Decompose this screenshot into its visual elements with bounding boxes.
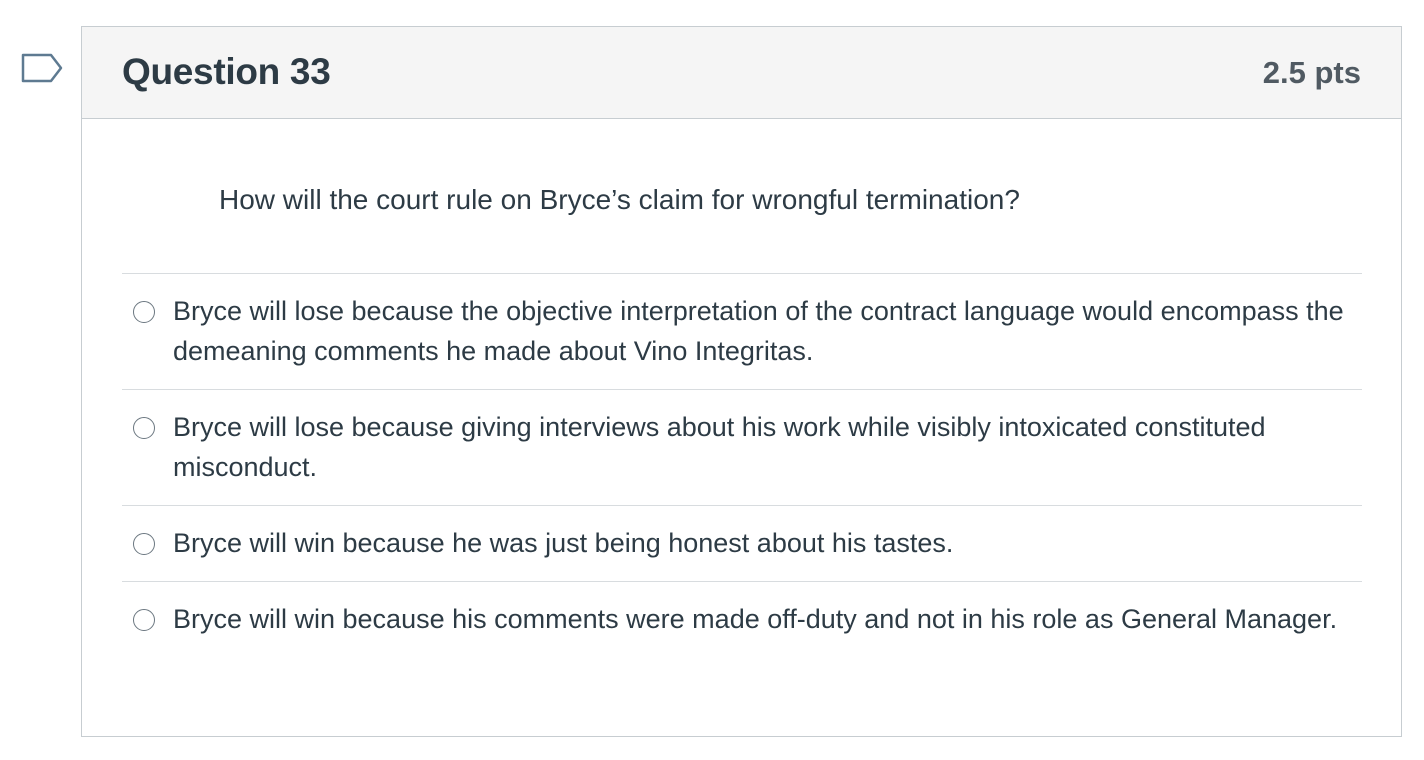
- answer-option-4[interactable]: Bryce will win because his comments were…: [122, 581, 1362, 697]
- radio-button[interactable]: [133, 533, 155, 555]
- question-points: 2.5 pts: [1262, 55, 1361, 90]
- radio-button[interactable]: [133, 417, 155, 439]
- radio-button[interactable]: [133, 609, 155, 631]
- question-title: Question 33: [122, 51, 331, 92]
- answer-option-2[interactable]: Bryce will lose because giving interview…: [122, 389, 1362, 505]
- answer-option-1[interactable]: Bryce will lose because the objective in…: [122, 273, 1362, 389]
- answer-option-3[interactable]: Bryce will win because he was just being…: [122, 505, 1362, 581]
- flag-question-icon[interactable]: [20, 52, 64, 88]
- answer-list: Bryce will lose because the objective in…: [122, 273, 1362, 697]
- question-text: How will the court rule on Bryce’s claim…: [219, 184, 1020, 215]
- question-card: Question 33 2.5 pts How will the court r…: [81, 26, 1402, 737]
- answer-label: Bryce will win because his comments were…: [173, 604, 1338, 634]
- radio-button[interactable]: [133, 301, 155, 323]
- question-header: Question 33 2.5 pts: [82, 27, 1401, 119]
- answer-label: Bryce will lose because the objective in…: [173, 296, 1344, 366]
- answer-label: Bryce will lose because giving interview…: [173, 412, 1266, 482]
- answer-label: Bryce will win because he was just being…: [173, 528, 954, 558]
